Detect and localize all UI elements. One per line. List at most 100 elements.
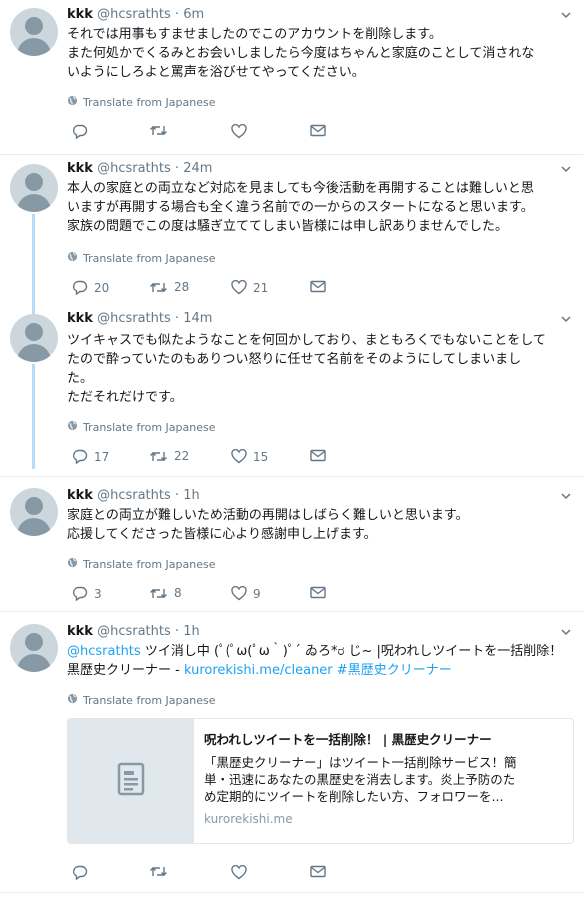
display-name[interactable]: kkk <box>67 624 93 639</box>
username[interactable]: @hcsrathts <box>97 311 171 326</box>
envelope-icon <box>310 586 326 599</box>
tweet-actions: 17 22 15 <box>72 449 332 467</box>
avatar[interactable] <box>10 314 58 362</box>
separator: · <box>174 7 180 22</box>
reply-count: 17 <box>94 449 110 464</box>
reply-count: 3 <box>94 586 102 601</box>
retweet-button[interactable] <box>149 865 174 878</box>
tweet-actions: 3 8 9 <box>72 586 332 604</box>
thread-connector <box>32 214 35 310</box>
tweet-text: それでは用事もすませましたのでこのアカウントを削除します。 また何処かでくるみと… <box>67 25 577 82</box>
reply-button[interactable] <box>72 865 94 880</box>
like-count: 15 <box>253 449 269 464</box>
username[interactable]: @hcsrathts <box>97 488 171 503</box>
chevron-down-icon[interactable] <box>561 493 571 503</box>
tweet[interactable]: kkk @hcsrathts · 6m それでは用事もすませましたのでこのアカウ… <box>0 0 583 155</box>
envelope-icon <box>310 124 326 137</box>
direct-message-button[interactable] <box>310 280 326 293</box>
timestamp[interactable]: 24m <box>183 161 212 176</box>
retweet-icon <box>149 281 168 294</box>
card-title[interactable]: 呪われしツイートを一括削除！ | 黒歴史クリーナー <box>204 731 566 748</box>
reply-icon <box>72 865 88 880</box>
tweet-text-line: いますが再開する場合も全く違う名前での一からのスタートになると思います。 <box>67 200 534 215</box>
retweet-button[interactable]: 28 <box>149 280 189 294</box>
tweet-header: kkk @hcsrathts · 1h <box>67 488 200 504</box>
tweet-text-line: 家族の問題でこの度は騒ぎ立ててしまい皆様には申し訳ありませんでした。 <box>67 219 508 234</box>
reply-button[interactable] <box>72 124 94 139</box>
username[interactable]: @hcsrathts <box>97 624 171 639</box>
chevron-down-icon[interactable] <box>561 316 571 326</box>
tweet-text-line: ただそれだけです。 <box>67 390 183 405</box>
chevron-down-icon[interactable] <box>561 12 571 22</box>
tweet-text-line: また何処かでくるみとお会いしましたら今度はちゃんと家庭のことして消されな <box>67 46 535 61</box>
translate-link[interactable]: Translate from Japanese <box>67 693 215 708</box>
translate-label: Translate from Japanese <box>83 420 216 434</box>
retweet-button[interactable] <box>149 124 174 137</box>
tweet[interactable]: kkk @hcsrathts · 1h 家庭との両立が難しいため活動の再開はしば… <box>0 477 583 612</box>
envelope-icon <box>310 449 326 462</box>
card-description-line: め定期的にツイートを削除したい方、フォロワーを... <box>204 789 504 804</box>
translate-link[interactable]: Translate from Japanese <box>67 95 215 110</box>
retweet-button[interactable]: 22 <box>149 449 189 463</box>
globe-icon <box>67 557 78 572</box>
display-name[interactable]: kkk <box>67 311 93 326</box>
link-preview-card[interactable]: 呪われしツイートを一括削除！ | 黒歴史クリーナー 「黒歴史クリーナー」はツイー… <box>67 718 574 844</box>
direct-message-button[interactable] <box>310 865 326 878</box>
globe-icon <box>67 693 78 708</box>
separator: · <box>174 624 180 639</box>
like-button[interactable]: 9 <box>231 586 261 601</box>
heart-icon <box>231 280 247 295</box>
avatar[interactable] <box>10 488 58 536</box>
tweet-header: kkk @hcsrathts · 24m <box>67 161 212 177</box>
direct-message-button[interactable] <box>310 449 326 462</box>
mention-link[interactable]: @hcsrathts <box>67 644 141 659</box>
chevron-down-icon[interactable] <box>561 166 571 176</box>
tweet[interactable]: kkk @hcsrathts · 14m ツイキャスでも似たようなことを何回かし… <box>0 310 583 477</box>
card-domain: kurorekishi.me <box>204 812 293 826</box>
card-description-line: 「黒歴史クリーナー」はツイート一括削除サービス！簡 <box>204 755 517 770</box>
reply-button[interactable]: 20 <box>72 280 109 295</box>
display-name[interactable]: kkk <box>67 161 93 176</box>
tweet-text-line: 応援してくださった皆様に心より感謝申し上げます。 <box>67 527 377 542</box>
translate-label: Translate from Japanese <box>83 693 216 707</box>
translate-link[interactable]: Translate from Japanese <box>67 557 215 572</box>
reply-button[interactable]: 17 <box>72 449 109 464</box>
reply-icon <box>72 124 88 139</box>
url-link[interactable]: kurorekishi.me/cleaner <box>184 663 333 678</box>
timestamp[interactable]: 1h <box>183 488 200 503</box>
like-button[interactable]: 15 <box>231 449 268 464</box>
reply-count: 20 <box>94 280 110 295</box>
username[interactable]: @hcsrathts <box>97 7 171 22</box>
like-button[interactable] <box>231 865 253 880</box>
username[interactable]: @hcsrathts <box>97 161 171 176</box>
timestamp[interactable]: 6m <box>183 7 204 22</box>
thread-connector <box>32 364 35 469</box>
chevron-down-icon[interactable] <box>561 629 571 639</box>
translate-label: Translate from Japanese <box>83 557 216 571</box>
direct-message-button[interactable] <box>310 124 326 137</box>
retweet-button[interactable]: 8 <box>149 586 182 600</box>
retweet-icon <box>149 450 168 463</box>
hashtag-link[interactable]: #黒歴史クリーナー <box>337 663 452 678</box>
translate-link[interactable]: Translate from Japanese <box>67 420 215 435</box>
avatar[interactable] <box>10 164 58 212</box>
reply-button[interactable]: 3 <box>72 586 102 601</box>
timestamp[interactable]: 1h <box>183 624 200 639</box>
avatar[interactable] <box>10 624 58 672</box>
tweet-actions <box>72 124 332 142</box>
card-thumbnail <box>68 719 194 843</box>
card-description: 「黒歴史クリーナー」はツイート一括削除サービス！簡 単・迅速にあなたの黒歴史を消… <box>204 754 566 805</box>
tweet[interactable]: kkk @hcsrathts · 24m 本人の家庭との両立など対応を見ましても… <box>0 155 583 310</box>
globe-icon <box>67 251 78 266</box>
tweet-text-line: た。 <box>67 371 94 386</box>
tweet-actions: 20 28 21 <box>72 280 332 298</box>
display-name[interactable]: kkk <box>67 488 93 503</box>
like-button[interactable]: 21 <box>231 280 268 295</box>
timestamp[interactable]: 14m <box>183 311 212 326</box>
direct-message-button[interactable] <box>310 586 326 599</box>
display-name[interactable]: kkk <box>67 7 93 22</box>
tweet-text-line: ツイキャスでも似たようなことを何回かしており、まともろくでもないことをして <box>67 333 546 348</box>
translate-link[interactable]: Translate from Japanese <box>67 251 215 266</box>
avatar[interactable] <box>10 8 58 56</box>
like-button[interactable] <box>231 124 253 139</box>
